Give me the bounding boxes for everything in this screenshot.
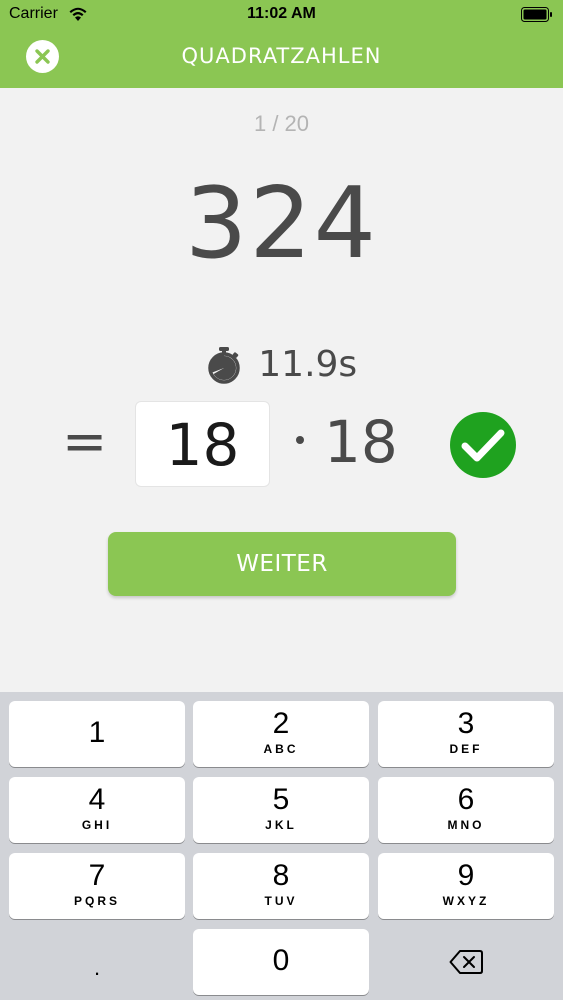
key-letters: MNO	[447, 818, 485, 832]
equals-sign: =	[62, 410, 108, 473]
key-6[interactable]: 6 MNO	[378, 777, 554, 843]
key-digit: 6	[457, 783, 475, 816]
key-1[interactable]: 1	[9, 701, 185, 767]
key-letters: GHI	[81, 818, 113, 832]
key-0[interactable]: 0	[193, 929, 369, 995]
key-digit: 9	[457, 859, 475, 892]
key-digit: 5	[272, 783, 290, 816]
key-4[interactable]: 4 GHI	[9, 777, 185, 843]
key-digit: 3	[457, 707, 475, 740]
backspace-icon	[449, 950, 483, 974]
numeric-keypad: 1 2 ABC 3 DEF 4 GHI 5 JKL 6 MNO 7 PQRS 8…	[0, 692, 563, 1000]
key-digit: 0	[272, 944, 290, 977]
key-letters: JKL	[265, 818, 297, 832]
battery-icon	[521, 7, 552, 22]
key-8[interactable]: 8 TUV	[193, 853, 369, 919]
key-digit: .	[93, 955, 101, 980]
timer-value: 11.9s	[258, 344, 358, 385]
key-letters: ABC	[263, 742, 299, 756]
square-number: 324	[184, 167, 379, 281]
key-2[interactable]: 2 ABC	[193, 701, 369, 767]
answer-input[interactable]: 18	[135, 401, 270, 487]
key-letters: PQRS	[73, 894, 120, 908]
key-digit: 7	[88, 859, 106, 892]
key-decimal[interactable]: .	[9, 929, 185, 995]
key-digit: 4	[88, 783, 106, 816]
clock: 11:02 AM	[247, 5, 316, 22]
key-digit: 8	[272, 859, 290, 892]
page-title: QUADRATZAHLEN	[181, 44, 382, 68]
nav-bar: QUADRATZAHLEN	[0, 30, 563, 88]
key-7[interactable]: 7 PQRS	[9, 853, 185, 919]
key-digit: 2	[272, 707, 290, 740]
progress-counter: 1 / 20	[253, 111, 310, 136]
check-circle-icon	[450, 412, 516, 478]
timer: 11.9s	[0, 344, 563, 390]
backspace-button[interactable]	[378, 929, 554, 995]
factor-value: 18	[324, 408, 398, 476]
key-letters: DEF	[449, 742, 483, 756]
status-bar: Carrier 11:02 AM	[0, 0, 563, 30]
key-9[interactable]: 9 WXYZ	[378, 853, 554, 919]
key-digit: 1	[88, 716, 106, 749]
stopwatch-icon	[208, 346, 240, 384]
key-3[interactable]: 3 DEF	[378, 701, 554, 767]
key-5[interactable]: 5 JKL	[193, 777, 369, 843]
next-button[interactable]: WEITER	[108, 532, 456, 596]
key-letters: WXYZ	[442, 894, 490, 908]
multiply-dot	[296, 436, 304, 444]
key-letters: TUV	[264, 894, 298, 908]
